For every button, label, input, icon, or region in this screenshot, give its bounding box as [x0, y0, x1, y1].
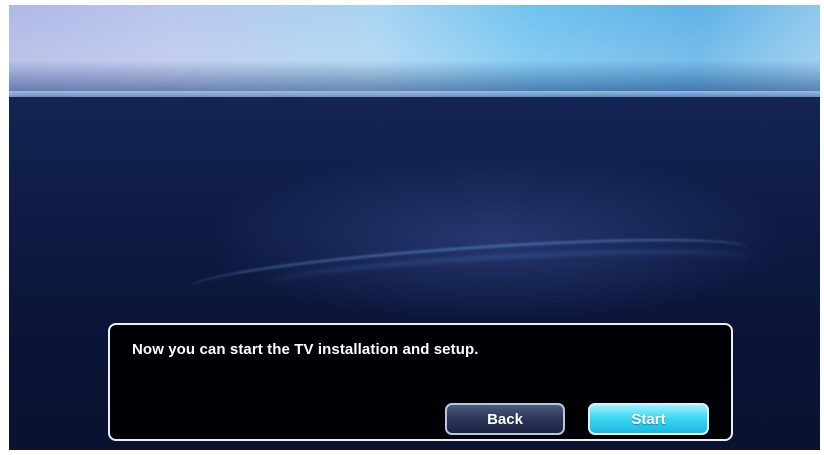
- setup-dialog: Now you can start the TV installation an…: [108, 323, 733, 441]
- start-button[interactable]: Start: [588, 403, 709, 435]
- dialog-message: Now you can start the TV installation an…: [132, 341, 479, 358]
- tv-screen: Now you can start the TV installation an…: [9, 5, 820, 450]
- top-light-band: [9, 5, 820, 97]
- back-button[interactable]: Back: [445, 403, 565, 435]
